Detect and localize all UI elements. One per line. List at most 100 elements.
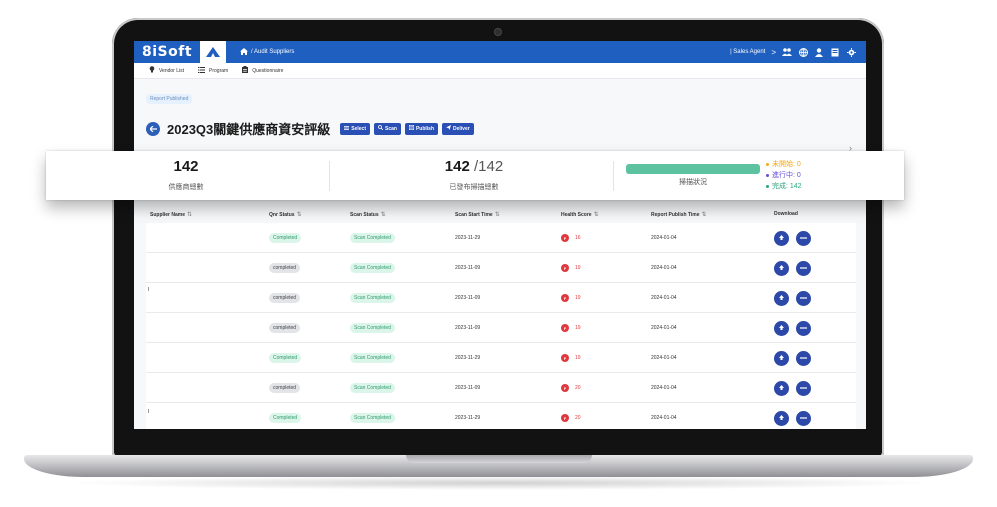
- grade-badge: F: [561, 234, 569, 242]
- list-icon: [344, 125, 350, 132]
- title-row: 2023Q3關鍵供應商資安評級 Select Scan Publish Deli…: [146, 119, 474, 138]
- subnav-label: Program: [209, 67, 229, 74]
- top-right-menu: | Sales Agent >: [730, 47, 866, 57]
- table-row[interactable]: completed Scan Completed 2023-11-09 F 20 …: [146, 373, 856, 403]
- column-scan-start-time[interactable]: Scan Start Time ⇅: [455, 211, 500, 219]
- divider: [613, 161, 614, 191]
- top-bar: 8iSoft / Audit Suppliers | Sales Agent >: [134, 41, 866, 63]
- scan-status-badge: Scan Completed: [350, 353, 395, 363]
- users-icon[interactable]: [782, 47, 792, 57]
- column-label: Scan Status: [350, 211, 379, 218]
- scan-status-label: 掃描狀況: [679, 179, 707, 186]
- health-score: 19: [575, 325, 581, 331]
- column-label: Report Publish Time: [651, 211, 700, 218]
- summary-card: 142 供應商總數 142 /142 已發布掃描總數 掃描狀況 未開始: 0 進…: [46, 151, 904, 200]
- gear-icon[interactable]: [846, 47, 856, 57]
- published-label: 已發布掃描總數: [449, 184, 499, 191]
- scan-status-badge: Scan Completed: [350, 293, 395, 303]
- role-label[interactable]: | Sales Agent: [730, 49, 765, 55]
- globe-icon[interactable]: [798, 47, 808, 57]
- more-options-button[interactable]: [796, 290, 811, 306]
- scan-button[interactable]: Scan: [374, 122, 401, 135]
- download-button[interactable]: [774, 290, 789, 306]
- scan-start-time: 2023-11-09: [455, 325, 481, 331]
- download-button[interactable]: [774, 230, 789, 246]
- sort-icon[interactable]: ⇅: [297, 211, 302, 218]
- qnr-status-badge: completed: [269, 323, 301, 333]
- scan-start-time: 2023-11-29: [455, 235, 481, 241]
- scan-status-badge: Scan Completed: [350, 383, 395, 393]
- laptop-mockup: 8iSoft / Audit Suppliers | Sales Agent >: [0, 0, 997, 507]
- grade-badge: F: [561, 324, 569, 332]
- qnr-status-badge: Completed: [269, 233, 302, 243]
- grade-badge: F: [561, 294, 569, 302]
- scan-start-time: 2023-11-09: [455, 295, 481, 301]
- sort-icon[interactable]: ⇅: [594, 211, 599, 218]
- report-publish-time: 2024-01-04: [651, 385, 677, 391]
- subnav-vendor-list[interactable]: Vendor List: [149, 66, 184, 75]
- qnr-status-badge: completed: [269, 263, 301, 273]
- sort-icon[interactable]: ⇅: [381, 211, 386, 218]
- scan-legend: 未開始: 0 進行中: 0 完成: 142: [766, 159, 802, 192]
- legend-in-progress: 進行中: 0: [766, 170, 802, 181]
- column-health-score[interactable]: Health Score ⇅: [561, 211, 599, 219]
- scan-label: Scan: [385, 125, 397, 132]
- more-options-button[interactable]: [796, 410, 811, 426]
- scan-status-badge: Scan Completed: [350, 263, 395, 273]
- list-icon: [198, 66, 206, 75]
- more-options-button[interactable]: [796, 260, 811, 276]
- more-options-button[interactable]: [796, 380, 811, 396]
- download-button[interactable]: [774, 260, 789, 276]
- chevron-right-icon[interactable]: >: [771, 48, 776, 57]
- legend-label: 完成: 142: [772, 183, 802, 190]
- table-row[interactable]: completed Scan Completed 2023-11-09 F 19 …: [146, 283, 856, 313]
- column-scan-status[interactable]: Scan Status ⇅: [350, 211, 386, 219]
- report-publish-time: 2024-01-04: [651, 415, 677, 421]
- deliver-button[interactable]: Deliver: [442, 122, 474, 135]
- column-supplier-name[interactable]: Supplier Name ⇅: [150, 211, 192, 219]
- column-qnr-status[interactable]: Qnr Status ⇅: [269, 211, 302, 219]
- sort-icon[interactable]: ⇅: [495, 211, 500, 218]
- qnr-status-badge: Completed: [269, 353, 302, 363]
- download-button[interactable]: [774, 410, 789, 426]
- sub-navigation: Vendor List Program Questionnaire: [134, 63, 866, 79]
- grade-badge: F: [561, 264, 569, 272]
- sort-icon[interactable]: ⇅: [187, 211, 192, 218]
- download-button[interactable]: [774, 350, 789, 366]
- home-icon[interactable]: [240, 47, 248, 57]
- user-icon[interactable]: [814, 47, 824, 57]
- legend-label: 未開始: 0: [772, 161, 801, 168]
- more-options-button[interactable]: [796, 350, 811, 366]
- book-icon[interactable]: [830, 47, 840, 57]
- sort-icon[interactable]: ⇅: [702, 211, 707, 218]
- subnav-program[interactable]: Program: [198, 66, 229, 75]
- health-score: 19: [575, 295, 581, 301]
- page-content: Report Published 2023Q3關鍵供應商資安評級 Select: [134, 79, 866, 429]
- select-button[interactable]: Select: [340, 122, 370, 135]
- breadcrumb-label[interactable]: / Audit Suppliers: [251, 49, 294, 55]
- page-title: 2023Q3關鍵供應商資安評級: [167, 122, 331, 137]
- health-score: 16: [575, 235, 581, 241]
- more-options-button[interactable]: [796, 230, 811, 246]
- back-button[interactable]: [146, 121, 160, 136]
- column-download: Download: [774, 211, 798, 217]
- column-label: Supplier Name: [150, 211, 186, 218]
- published-count: 142: [444, 158, 470, 175]
- download-button[interactable]: [774, 380, 789, 396]
- table-row[interactable]: completed Scan Completed 2023-11-09 F 19 …: [146, 253, 856, 283]
- table-row[interactable]: Completed Scan Completed 2023-11-29 F 16 …: [146, 223, 856, 253]
- table-row[interactable]: completed Scan Completed 2023-11-09 F 19 …: [146, 313, 856, 343]
- scan-start-time: 2023-11-09: [455, 385, 481, 391]
- more-options-button[interactable]: [796, 320, 811, 336]
- brand-mark-icon[interactable]: [200, 41, 226, 63]
- divider: [148, 287, 149, 291]
- table-row[interactable]: Completed Scan Completed 2023-11-29 F 20 …: [146, 403, 856, 429]
- published-value: 142 /142: [374, 158, 574, 175]
- column-report-publish-time[interactable]: Report Publish Time ⇅: [651, 211, 707, 219]
- scan-status-badge: Scan Completed: [350, 323, 395, 333]
- table-row[interactable]: Completed Scan Completed 2023-11-29 F 19 …: [146, 343, 856, 373]
- publish-button[interactable]: Publish: [404, 122, 439, 135]
- subnav-questionnaire[interactable]: Questionnaire: [242, 66, 283, 75]
- download-button[interactable]: [774, 320, 789, 336]
- app-logo[interactable]: 8iSoft: [134, 41, 200, 63]
